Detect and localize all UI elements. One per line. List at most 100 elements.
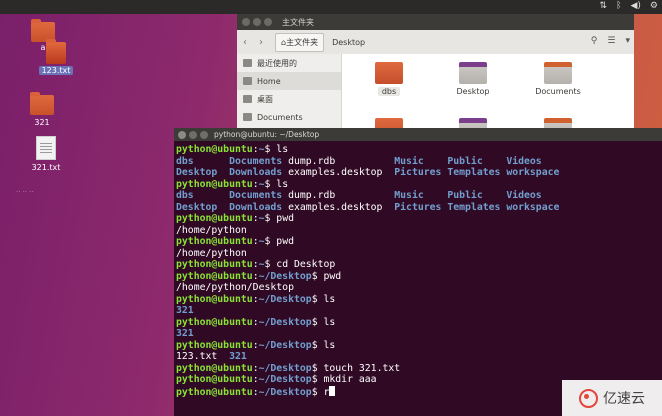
terminal-text: $ ls <box>311 293 336 305</box>
watermark-text: 亿速云 <box>603 391 645 407</box>
file-manager-titlebar[interactable]: 主文件夹 <box>237 14 634 30</box>
terminal-title: python@ubuntu: ~/Desktop <box>214 130 320 139</box>
terminal-text: Pictures Templates workspace <box>394 201 560 213</box>
desktop-icon-123-txt[interactable]: 123.txt <box>31 39 81 75</box>
desktop-icon-321[interactable]: 321 <box>17 92 67 127</box>
forward-icon[interactable]: › <box>253 37 269 48</box>
terminal-text: Music Public Videos <box>394 155 542 167</box>
terminal-line: /home/python <box>176 248 662 260</box>
terminal-line: dbs Documents dump.rdb Music Public Vide… <box>176 156 662 168</box>
terminal-text: python@ubuntu <box>176 316 253 328</box>
file-manager-sidebar: 最近使用的 Home 桌面 Documents <box>237 54 342 130</box>
terminal-text: $ mkdir aaa <box>311 374 377 385</box>
breadcrumb-home[interactable]: ⌂主文件夹 <box>275 32 325 52</box>
terminal-text: 321 <box>176 328 194 339</box>
terminal-text: $ touch 321.txt <box>311 362 401 374</box>
terminal-text: python@ubuntu <box>176 178 253 190</box>
maximize-icon[interactable] <box>200 130 208 139</box>
terminal-text: dbs Documents <box>176 155 289 167</box>
gear-icon[interactable]: ⚙ <box>650 1 658 11</box>
terminal-text: $ r <box>311 386 330 398</box>
network-icon[interactable]: ⇅ <box>600 1 608 11</box>
terminal-text: $ pwd <box>264 213 295 224</box>
terminal-text: Music Public Videos <box>394 190 542 201</box>
terminal-line: 321 <box>176 328 662 340</box>
terminal-text: ~/Desktop <box>258 374 312 385</box>
terminal-text: $ ls <box>264 178 289 190</box>
file-manager-toolbar: ‹ › ⌂主文件夹 Desktop ⚲ ☰ ▾ <box>237 30 634 55</box>
file-item-desktop[interactable]: Desktop <box>443 62 503 96</box>
terminal-text: $ ls <box>311 316 336 328</box>
terminal-window[interactable]: python@ubuntu: ~/Desktop python@ubuntu:~… <box>174 128 662 416</box>
terminal-line: python@ubuntu:~/Desktop$ ls <box>176 317 662 329</box>
terminal-text: /home/python <box>176 224 247 236</box>
terminal-text: $ ls <box>264 144 289 155</box>
text-file-icon <box>36 136 56 160</box>
folder-icon <box>459 62 487 84</box>
window-title: 主文件夹 <box>282 17 314 27</box>
terminal-text: dbs Documents <box>176 190 289 201</box>
file-item-dbs[interactable]: dbs <box>359 62 419 96</box>
terminal-line: /home/python/Desktop <box>176 282 662 294</box>
terminal-text: ~/Desktop <box>258 270 312 282</box>
file-item-documents[interactable]: Documents <box>528 62 588 96</box>
file-item-label: Desktop <box>456 87 490 96</box>
terminal-line: python@ubuntu:~/Desktop$ touch 321.txt <box>176 363 662 375</box>
breadcrumb-home-label: 主文件夹 <box>286 37 319 47</box>
back-icon[interactable]: ‹ <box>237 37 253 48</box>
terminal-text: Desktop Downloads <box>176 201 289 213</box>
terminal-line: python@ubuntu:~$ cd Desktop <box>176 259 662 271</box>
terminal-text: $ pwd <box>264 236 295 247</box>
close-icon[interactable] <box>242 18 250 26</box>
sidebar-item-recent[interactable]: 最近使用的 <box>237 54 341 72</box>
menu-icon[interactable]: ▾ <box>625 36 630 46</box>
file-manager-window[interactable]: 主文件夹 ‹ › ⌂主文件夹 Desktop ⚲ ☰ ▾ 最近使用的 Home … <box>237 14 634 130</box>
terminal-titlebar[interactable]: python@ubuntu: ~/Desktop <box>174 128 662 141</box>
terminal-line: python@ubuntu:~$ pwd <box>176 236 662 248</box>
terminal-text: 321 <box>229 351 247 362</box>
logo-icon <box>579 388 598 408</box>
terminal-text: /home/python <box>176 247 247 259</box>
cursor <box>329 385 336 396</box>
terminal-text: ~/Desktop <box>258 316 312 328</box>
maximize-icon[interactable] <box>264 18 272 26</box>
close-icon[interactable] <box>178 130 186 139</box>
terminal-text: python@ubuntu <box>176 293 253 305</box>
toolbar-right: ⚲ ☰ ▾ <box>591 36 630 46</box>
terminal-line: python@ubuntu:~$ pwd <box>176 213 662 225</box>
sound-icon[interactable]: ◀) <box>630 1 640 11</box>
terminal-line: python@ubuntu:~/Desktop$ ls <box>176 294 662 306</box>
terminal-text: /home/python/Desktop <box>176 282 294 293</box>
list-view-icon[interactable]: ☰ <box>607 36 615 46</box>
terminal-output[interactable]: python@ubuntu:~$ ls dbs Documents dump.rd… <box>174 141 662 398</box>
sidebar-item-documents[interactable]: Documents <box>237 108 341 126</box>
search-icon[interactable]: ⚲ <box>591 36 598 46</box>
desktop-icon-label: 123.txt <box>38 66 74 75</box>
terminal-line: python@ubuntu:~/Desktop$ pwd <box>176 271 662 283</box>
terminal-text: $ cd Desktop <box>264 259 336 270</box>
minimize-icon[interactable] <box>189 130 197 139</box>
terminal-line: dbs Documents dump.rdb Music Public Vide… <box>176 190 662 202</box>
minimize-icon[interactable] <box>253 18 261 26</box>
folder-icon <box>375 62 403 84</box>
terminal-text: python@ubuntu <box>176 213 253 224</box>
terminal-text: examples.desktop <box>288 201 395 213</box>
folder-icon <box>46 39 66 64</box>
window-controls <box>178 130 208 139</box>
terminal-text: ~/Desktop <box>258 386 312 398</box>
desktop-icon-label: 321 <box>34 118 50 127</box>
terminal-line: python@ubuntu:~$ ls <box>176 144 662 156</box>
file-item-label: Documents <box>535 87 581 96</box>
watermark: 亿速云 <box>562 380 662 416</box>
sidebar-item-desktop[interactable]: 桌面 <box>237 90 341 108</box>
top-panel: ⇅ ᛒ ◀) ⚙ <box>0 0 662 14</box>
folder-icon <box>544 62 572 84</box>
sidebar-item-home[interactable]: Home <box>237 72 341 90</box>
terminal-text: ~/Desktop <box>258 362 312 374</box>
breadcrumb-current[interactable]: Desktop <box>332 38 365 47</box>
desktop-icon-321-txt[interactable]: 321.txt <box>21 136 71 172</box>
sidebar-item-label: Home <box>257 76 281 86</box>
file-item-label: dbs <box>377 87 401 96</box>
bluetooth-icon[interactable]: ᛒ <box>616 1 621 11</box>
terminal-text: 123.txt <box>176 351 230 362</box>
